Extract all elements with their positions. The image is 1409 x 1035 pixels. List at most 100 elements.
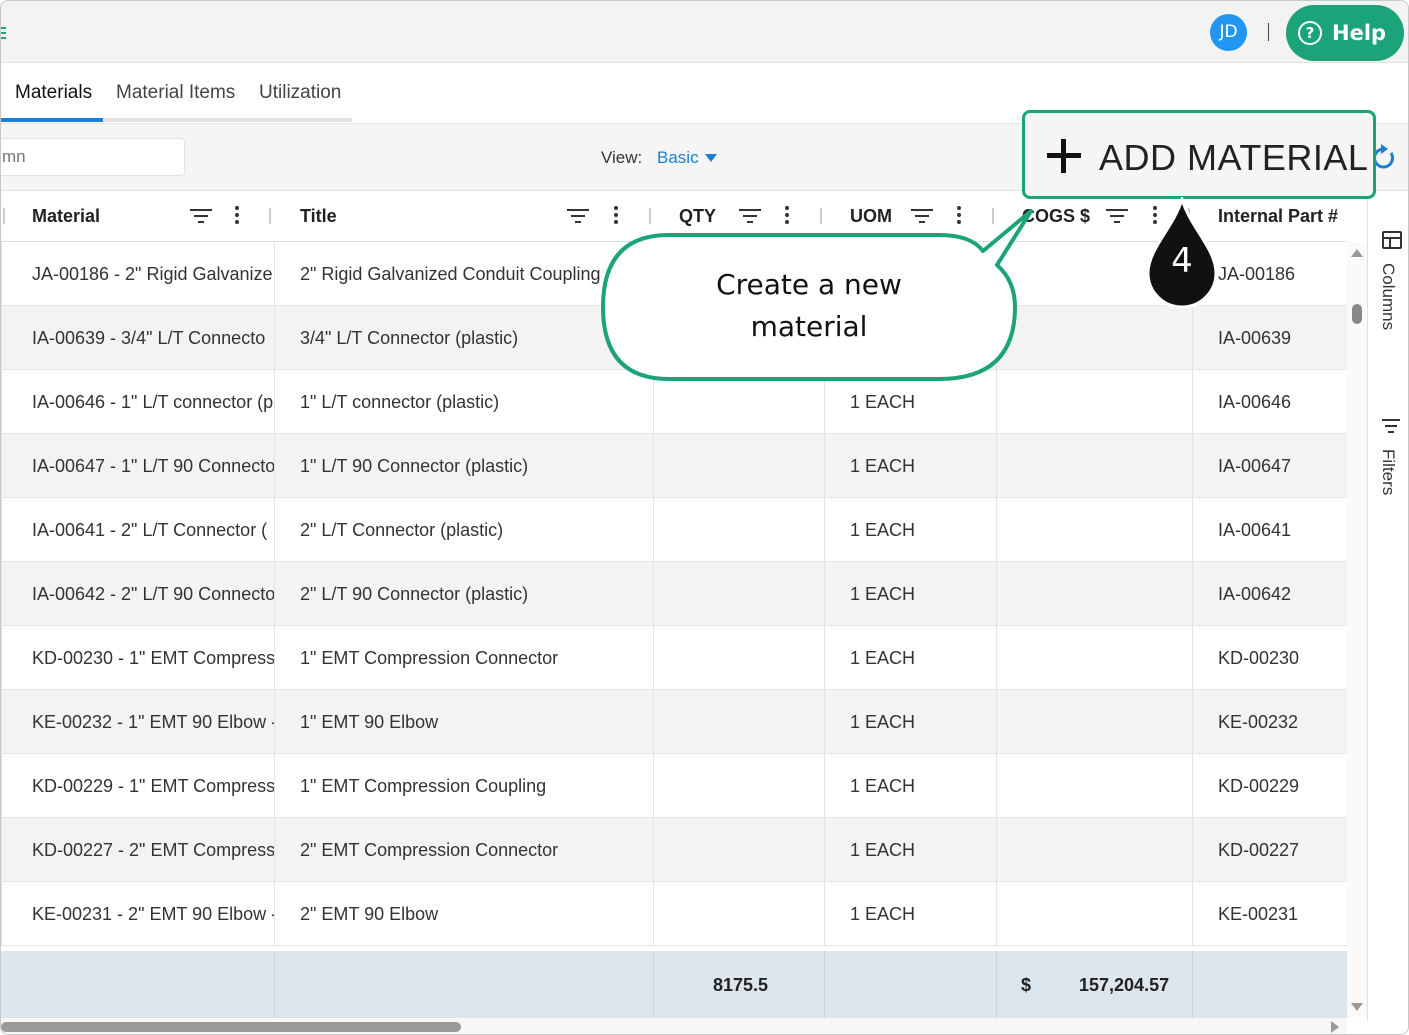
table-row[interactable]: KD-00230 - 1" EMT Compress 1" EMT Compre… xyxy=(1,626,1347,690)
table-row[interactable]: KE-00231 - 2" EMT 90 Elbow - 2" EMT 90 E… xyxy=(1,882,1347,946)
table-row[interactable]: KD-00229 - 1" EMT Compress 1" EMT Compre… xyxy=(1,754,1347,818)
scroll-thumb[interactable] xyxy=(1352,304,1362,324)
help-button[interactable]: ? Help xyxy=(1286,5,1404,61)
internal-part-cell[interactable]: KE-00231 xyxy=(1193,882,1347,946)
filters-icon xyxy=(1382,419,1402,435)
internal-part-cell[interactable]: KD-00227 xyxy=(1193,818,1347,882)
material-cell[interactable]: KE-00232 - 1" EMT 90 Elbow - xyxy=(1,690,275,754)
vertical-scrollbar[interactable] xyxy=(1347,242,1367,1017)
title-cell[interactable]: 2" EMT Compression Connector xyxy=(275,818,654,882)
qty-cell[interactable] xyxy=(654,690,825,754)
title-cell[interactable]: 1" EMT Compression Connector xyxy=(275,626,654,690)
material-cell[interactable]: KD-00230 - 1" EMT Compress xyxy=(1,626,275,690)
active-tab-indicator xyxy=(1,118,103,122)
totals-row: 8175.5 $ 157,204.57 xyxy=(1,951,1347,1021)
uom-cell[interactable]: 1 EACH xyxy=(825,498,997,562)
material-cell[interactable]: KD-00227 - 2" EMT Compress xyxy=(1,818,275,882)
title-cell[interactable]: 2" Rigid Galvanized Conduit Coupling xyxy=(275,242,654,306)
view-select[interactable]: Basic xyxy=(657,148,699,168)
uom-cell[interactable]: 1 EACH xyxy=(825,690,997,754)
column-divider[interactable] xyxy=(269,208,271,224)
column-header-material[interactable]: Material xyxy=(1,191,275,242)
material-cell[interactable]: KD-00229 - 1" EMT Compress xyxy=(1,754,275,818)
columns-panel-button[interactable]: Columns xyxy=(1374,231,1406,341)
title-cell[interactable]: 2" EMT 90 Elbow xyxy=(275,882,654,946)
scroll-up-icon[interactable] xyxy=(1351,249,1363,257)
column-search-input[interactable] xyxy=(1,138,185,176)
filter-icon[interactable] xyxy=(190,207,212,225)
uom-cell[interactable]: 1 EACH xyxy=(825,818,997,882)
uom-cell[interactable]: 1 EACH xyxy=(825,434,997,498)
menu-icon[interactable] xyxy=(1,27,6,39)
uom-cell[interactable]: 1 EACH xyxy=(825,882,997,946)
scroll-right-icon[interactable] xyxy=(1331,1021,1339,1033)
qty-cell[interactable] xyxy=(654,754,825,818)
callout-line-2: material xyxy=(750,310,868,343)
kebab-menu-icon[interactable] xyxy=(235,206,239,226)
column-divider[interactable] xyxy=(3,208,5,224)
material-cell[interactable]: JA-00186 - 2" Rigid Galvanize xyxy=(1,242,275,306)
add-material-label: ADD MATERIAL xyxy=(1099,137,1369,178)
cogs-cell[interactable] xyxy=(997,498,1193,562)
cogs-cell[interactable] xyxy=(997,818,1193,882)
internal-part-cell[interactable]: KE-00232 xyxy=(1193,690,1347,754)
uom-cell[interactable]: 1 EACH xyxy=(825,754,997,818)
filter-icon[interactable] xyxy=(567,207,589,225)
material-cell[interactable]: IA-00642 - 2" L/T 90 Connecto xyxy=(1,562,275,626)
plus-icon xyxy=(1047,139,1081,173)
title-cell[interactable]: 2" L/T 90 Connector (plastic) xyxy=(275,562,654,626)
tab-utilization[interactable]: Utilization xyxy=(259,82,341,104)
qty-cell[interactable] xyxy=(654,434,825,498)
material-cell[interactable]: IA-00647 - 1" L/T 90 Connecto xyxy=(1,434,275,498)
cogs-cell[interactable] xyxy=(997,562,1193,626)
material-cell[interactable]: IA-00646 - 1" L/T connector (p xyxy=(1,370,275,434)
filters-panel-button[interactable]: Filters xyxy=(1374,419,1406,509)
cogs-cell[interactable] xyxy=(997,434,1193,498)
title-cell[interactable]: 1" L/T 90 Connector (plastic) xyxy=(275,434,654,498)
internal-part-cell[interactable]: IA-00642 xyxy=(1193,562,1347,626)
cogs-cell[interactable] xyxy=(997,690,1193,754)
material-cell[interactable]: IA-00639 - 3/4" L/T Connecto xyxy=(1,306,275,370)
caret-down-icon[interactable] xyxy=(705,154,717,162)
material-cell[interactable]: KE-00231 - 2" EMT 90 Elbow - xyxy=(1,882,275,946)
internal-part-cell[interactable]: IA-00641 xyxy=(1193,498,1347,562)
material-cell[interactable]: IA-00641 - 2" L/T Connector ( xyxy=(1,498,275,562)
cogs-cell[interactable] xyxy=(997,882,1193,946)
filter-icon[interactable] xyxy=(1106,207,1128,225)
internal-part-cell[interactable]: KD-00230 xyxy=(1193,626,1347,690)
table-row[interactable]: IA-00647 - 1" L/T 90 Connecto 1" L/T 90 … xyxy=(1,434,1347,498)
title-cell[interactable]: 1" L/T connector (plastic) xyxy=(275,370,654,434)
horizontal-scrollbar[interactable] xyxy=(1,1018,1347,1034)
table-row[interactable]: KE-00232 - 1" EMT 90 Elbow - 1" EMT 90 E… xyxy=(1,690,1347,754)
scroll-down-icon[interactable] xyxy=(1351,1003,1363,1011)
internal-part-cell[interactable]: KD-00229 xyxy=(1193,754,1347,818)
qty-total: 8175.5 xyxy=(713,975,769,995)
add-material-button[interactable]: ADD MATERIAL xyxy=(1022,110,1376,199)
cogs-cell[interactable] xyxy=(997,626,1193,690)
cogs-cell[interactable] xyxy=(997,754,1193,818)
uom-cell[interactable]: 1 EACH xyxy=(825,626,997,690)
title-cell[interactable]: 1" EMT 90 Elbow xyxy=(275,690,654,754)
table-row[interactable]: IA-00641 - 2" L/T Connector ( 2" L/T Con… xyxy=(1,498,1347,562)
internal-part-cell[interactable]: IA-00639 xyxy=(1193,306,1347,370)
qty-cell[interactable] xyxy=(654,498,825,562)
qty-cell[interactable] xyxy=(654,818,825,882)
tab-material-items[interactable]: Material Items xyxy=(116,82,235,104)
callout-text: Create a new material xyxy=(641,264,977,348)
internal-part-cell[interactable]: IA-00647 xyxy=(1193,434,1347,498)
qty-cell[interactable] xyxy=(654,562,825,626)
title-cell[interactable]: 2" L/T Connector (plastic) xyxy=(275,498,654,562)
currency-symbol: $ xyxy=(1021,975,1032,995)
table-row[interactable]: IA-00642 - 2" L/T 90 Connecto 2" L/T 90 … xyxy=(1,562,1347,626)
user-avatar[interactable]: JD xyxy=(1210,14,1247,51)
title-cell[interactable]: 1" EMT Compression Coupling xyxy=(275,754,654,818)
table-row[interactable]: KD-00227 - 2" EMT Compress 2" EMT Compre… xyxy=(1,818,1347,882)
scroll-thumb[interactable] xyxy=(1,1022,461,1032)
title-cell[interactable]: 3/4" L/T Connector (plastic) xyxy=(275,306,654,370)
uom-cell[interactable]: 1 EACH xyxy=(825,562,997,626)
column-header-title[interactable]: Title xyxy=(275,191,654,242)
qty-cell[interactable] xyxy=(654,626,825,690)
tab-materials[interactable]: Materials xyxy=(15,82,92,104)
internal-part-cell[interactable]: IA-00646 xyxy=(1193,370,1347,434)
qty-cell[interactable] xyxy=(654,882,825,946)
